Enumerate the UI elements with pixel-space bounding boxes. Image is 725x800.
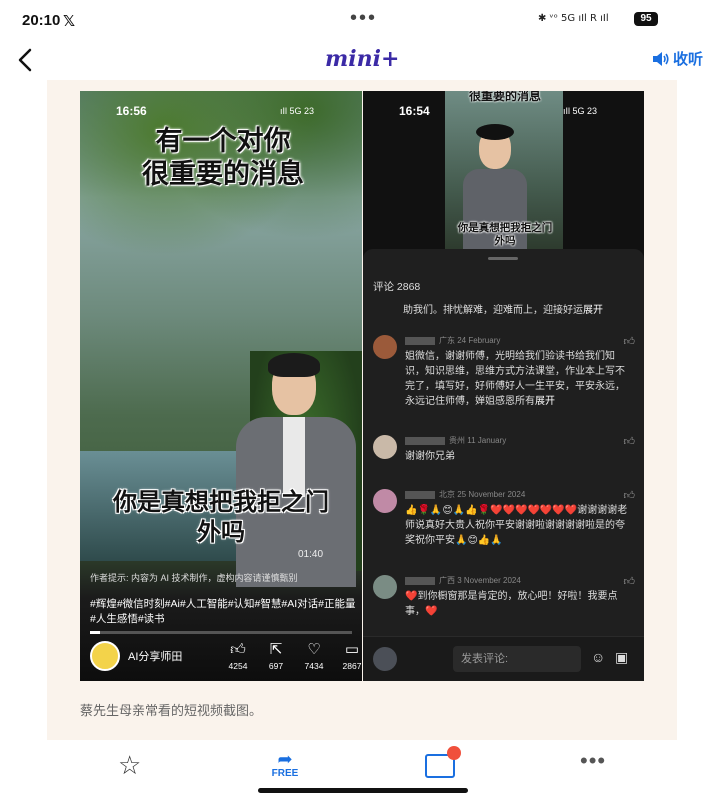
comment-body: 谢谢你兄弟 [405,451,455,462]
comment-meta: 北京 25 November 2024 [405,489,525,500]
tree-foliage [80,91,362,291]
author[interactable]: AI分享师田 [90,641,182,671]
home-indicator [258,788,468,793]
free-share-button[interactable]: ➦ FREE [268,750,302,779]
gallery-icon[interactable] [425,746,461,778]
like-action[interactable]: 👍︎ 4254 [226,641,250,671]
favorite-action[interactable]: ♡ 7434 [302,641,326,671]
truncated-comment: 助我们。排忧解难，迎难而上，迎接好运展开 [403,305,603,316]
video-caption-bottom: 你是真想把我拒之门 外吗 [113,489,329,546]
share-arrow-icon: ➦ [277,749,293,769]
comment-body: ❤️到你橱窗那是肯定的，放心吧！好啦！我要点事，❤️ [405,591,618,617]
comments-sheet: 评论 2868 助我们。排忧解难，迎难而上，迎接好运展开 广东 24 Febru… [363,249,644,681]
share-action[interactable]: ⇱ 697 [264,641,288,671]
x-logo-icon: 𝕏 [63,13,76,30]
listen-button[interactable]: 收听 [652,48,703,69]
comment-meta: 贵州 11 January [405,435,506,446]
expand-link[interactable]: 展开 [535,396,555,407]
speaker-icon [653,51,669,66]
phone-time: 16:54 [399,104,430,118]
avatar[interactable] [373,335,397,359]
avatar[interactable] [373,489,397,513]
sheet-handle[interactable] [488,257,518,260]
battery-indicator: 95 [634,12,658,26]
emoji-icon[interactable]: ☺ [591,649,605,665]
like-icon[interactable]: 👍︎ [624,489,636,502]
free-label: FREE [271,768,299,779]
thumbs-up-icon: 👍︎ [230,641,246,658]
comment-input-bar: 发表评论: ☺ ▣ [363,636,644,681]
video-caption-top: 很重要的消息 [468,91,541,103]
system-indicators: ✱ ᵛᵒ 5G ıIl R ıIl [538,13,609,24]
phone-signal: ıIl 5G 23 [563,106,598,116]
like-icon[interactable]: 👍︎ [624,575,636,588]
app-logo: mini+ [325,46,400,72]
comment-input[interactable]: 发表评论: [453,646,581,672]
avatar[interactable] [373,575,397,599]
video-caption-bottom: 你是真想把我拒之门 外吗 [457,222,553,247]
video-caption-top: 有一个对你 很重要的消息 [142,126,304,189]
author-name: AI分享师田 [128,651,183,663]
comment-meta: 广西 3 November 2024 [405,575,521,586]
phone-signal: ıIl 5G 23 [280,106,315,116]
notification-badge [447,746,461,760]
image-caption: 蔡先生母亲常看的短视频截图。 [80,703,263,718]
comment-body: 姐微信，谢谢师傅，光明给我们验读书给我们知识，知识思维，思维方式方法课堂，作业本… [405,351,625,407]
hashtags[interactable]: #辉煌#微信时刻#Ai#人工智能#认知#智慧#AI对话#正能量#人生感悟#读书 [90,597,358,627]
comment-body: 👍🌹🙏😊🙏👍🌹❤️❤️❤️❤️❤️❤️❤️谢谢谢谢老师说真好大贵人祝你平安谢谢啦… [405,505,628,546]
status-time: 20:10 [22,12,61,29]
comment-count: 评论 2868 [373,281,421,293]
left-video-screenshot: 16:56 ıIl 5G 23 有一个对你 很重要的消息 你是真想把我拒之门 外… [80,91,362,681]
image-icon[interactable]: ▣ [615,649,628,666]
video-time: 01:40 [298,549,324,560]
creator-note: 作者提示: 内容为 AI 技术制作，虚构内容请谨慎甄别 [90,573,298,583]
like-icon[interactable]: 👍︎ [624,335,636,348]
like-icon[interactable]: 👍︎ [624,435,636,448]
avatar[interactable] [373,435,397,459]
comment-action[interactable]: ▭ 2867 [340,641,362,671]
comment-meta: 广东 24 February [405,335,500,346]
right-comments-screenshot: 16:54 ıIl 5G 23 很重要的消息 你是真想把我拒之门 外吗 评论 2… [363,91,644,681]
app-header: mini+ 收听 [0,42,725,78]
listen-label: 收听 [673,51,704,68]
status-bar: 20:10 𝕏 ••• ✱ ᵛᵒ 5G ıIl R ıIl 95 [0,0,725,42]
star-icon[interactable]: ☆ [118,750,141,781]
status-more: ••• [350,7,378,29]
avatar[interactable] [90,641,120,671]
more-icon[interactable]: ••• [580,748,606,774]
back-icon[interactable] [16,46,36,74]
share-icon: ⇱ [269,641,283,658]
video-actions: 👍︎ 4254 ⇱ 697 ♡ 7434 ▭ 2867 [226,641,362,671]
presenter [228,353,360,587]
comment-icon: ▭ [344,641,360,658]
heart-icon: ♡ [307,641,321,658]
phone-time: 16:56 [116,104,147,118]
avatar [373,647,397,671]
expand-link[interactable]: 展开 [583,305,603,316]
video-progress[interactable] [90,631,352,634]
